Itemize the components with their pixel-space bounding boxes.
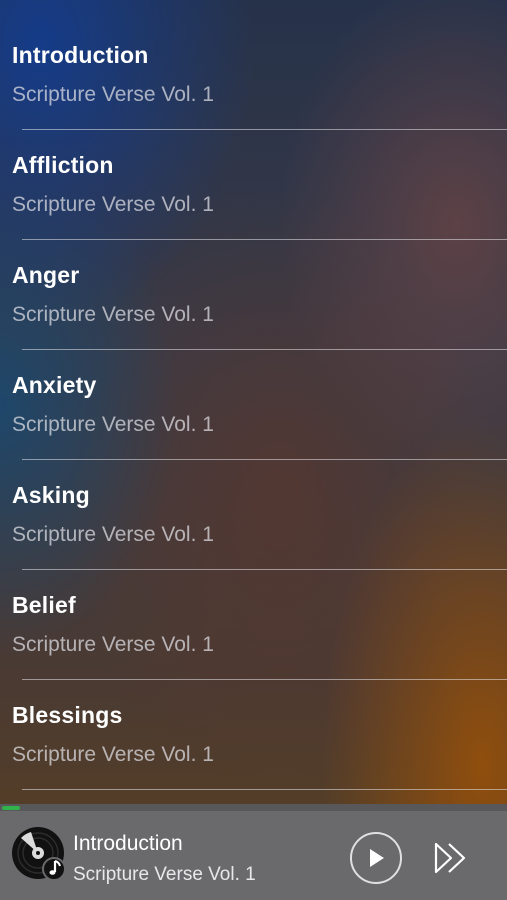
track-row[interactable]: Introduction Scripture Verse Vol. 1 — [0, 0, 507, 130]
progress-bar[interactable] — [0, 804, 507, 811]
track-subtitle: Scripture Verse Vol. 1 — [12, 743, 214, 766]
track-title: Anxiety — [12, 372, 97, 398]
track-title: Belief — [12, 592, 76, 618]
track-title: Affliction — [12, 152, 114, 178]
progress-fill — [2, 806, 20, 810]
play-button[interactable] — [350, 832, 402, 884]
track-subtitle: Scripture Verse Vol. 1 — [12, 523, 214, 546]
fast-forward-button[interactable] — [430, 838, 470, 878]
track-title: Blessings — [12, 702, 123, 728]
now-playing-subtitle: Scripture Verse Vol. 1 — [73, 864, 256, 885]
track-subtitle: Scripture Verse Vol. 1 — [12, 303, 214, 326]
track-row[interactable]: Anger Scripture Verse Vol. 1 — [0, 239, 507, 350]
now-playing-title: Introduction — [73, 832, 183, 855]
track-list[interactable]: Introduction Scripture Verse Vol. 1 Affl… — [0, 0, 507, 800]
track-subtitle: Scripture Verse Vol. 1 — [12, 633, 214, 656]
track-row[interactable]: Anxiety Scripture Verse Vol. 1 — [0, 349, 507, 460]
track-row[interactable]: Belief Scripture Verse Vol. 1 — [0, 569, 507, 680]
track-subtitle: Scripture Verse Vol. 1 — [12, 83, 214, 106]
track-title: Asking — [12, 482, 90, 508]
track-title: Introduction — [12, 42, 149, 68]
music-disc-icon — [11, 826, 67, 882]
track-subtitle: Scripture Verse Vol. 1 — [12, 413, 214, 436]
fast-forward-icon — [434, 842, 466, 874]
row-divider — [22, 789, 507, 790]
track-subtitle: Scripture Verse Vol. 1 — [12, 193, 214, 216]
play-icon — [370, 849, 384, 867]
track-row[interactable]: Blessings Scripture Verse Vol. 1 — [0, 679, 507, 790]
track-row[interactable]: Asking Scripture Verse Vol. 1 — [0, 459, 507, 570]
track-row[interactable]: Affliction Scripture Verse Vol. 1 — [0, 129, 507, 240]
track-title: Anger — [12, 262, 80, 288]
